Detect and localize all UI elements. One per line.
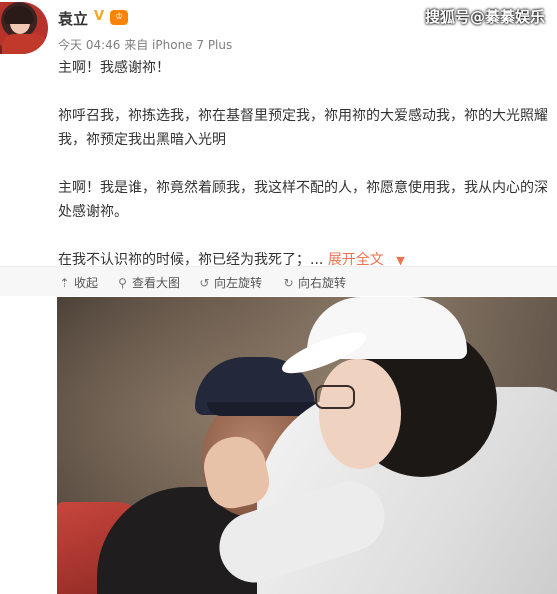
rotate-right-label: 向右旋转 bbox=[298, 276, 347, 290]
photo-woman-face bbox=[319, 359, 401, 469]
avatar[interactable] bbox=[0, 2, 48, 54]
verified-badge-icon: V bbox=[93, 9, 105, 24]
photo-glasses bbox=[315, 385, 355, 409]
post-content: 主啊！我感谢祢！ 祢呼召我，祢拣选我，祢在基督里预定我，祢用祢的大爱感动我，祢的… bbox=[58, 56, 548, 273]
vip-icon[interactable]: ♔ bbox=[110, 10, 128, 25]
rotate-left-label: 向左旋转 bbox=[214, 276, 263, 290]
arrow-up-icon: ⇡ bbox=[59, 276, 70, 290]
paragraph: 祢呼召我，祢拣选我，祢在基督里预定我，祢用祢的大爱感动我，祢的大光照耀我，祢预定… bbox=[58, 108, 548, 148]
avatar-hair bbox=[4, 6, 34, 24]
username[interactable]: 袁立 bbox=[58, 8, 88, 29]
rotate-left-button[interactable]: ↺ 向左旋转 bbox=[198, 274, 262, 291]
post-meta: 今天 04:46 来自 iPhone 7 Plus bbox=[58, 36, 232, 53]
image-toolbar: ⇡ 收起 ⚲ 查看大图 ↺ 向左旋转 ↻ 向右旋转 bbox=[0, 266, 557, 296]
view-large-label: 查看大图 bbox=[132, 276, 181, 290]
rotate-right-icon: ↻ bbox=[283, 276, 294, 290]
watermark: 搜狐号@綦綦娱乐 bbox=[424, 8, 545, 26]
avatar-coat bbox=[2, 34, 48, 54]
paragraph: 主啊！我是谁，祢竟然着顾我，我这样不配的人，祢愿意使用我，我从内心的深处感谢祢。 bbox=[58, 180, 548, 220]
paragraph: 主啊！我感谢祢！ bbox=[58, 60, 170, 76]
magnifier-icon: ⚲ bbox=[118, 276, 127, 290]
collapse-label: 收起 bbox=[74, 276, 99, 290]
collapse-button[interactable]: ⇡ 收起 bbox=[58, 274, 98, 291]
view-large-image-button[interactable]: ⚲ 查看大图 bbox=[116, 274, 180, 291]
post-header: 袁立 V ♔ 今天 04:46 来自 iPhone 7 Plus 搜狐号@綦綦娱… bbox=[0, 0, 557, 56]
rotate-left-icon: ↺ bbox=[199, 276, 210, 290]
post-timestamp[interactable]: 今天 04:46 bbox=[58, 38, 120, 52]
rotate-right-button[interactable]: ↻ 向右旋转 bbox=[282, 274, 346, 291]
post-photo[interactable] bbox=[57, 297, 557, 594]
post-source: 来自 iPhone 7 Plus bbox=[124, 38, 233, 52]
